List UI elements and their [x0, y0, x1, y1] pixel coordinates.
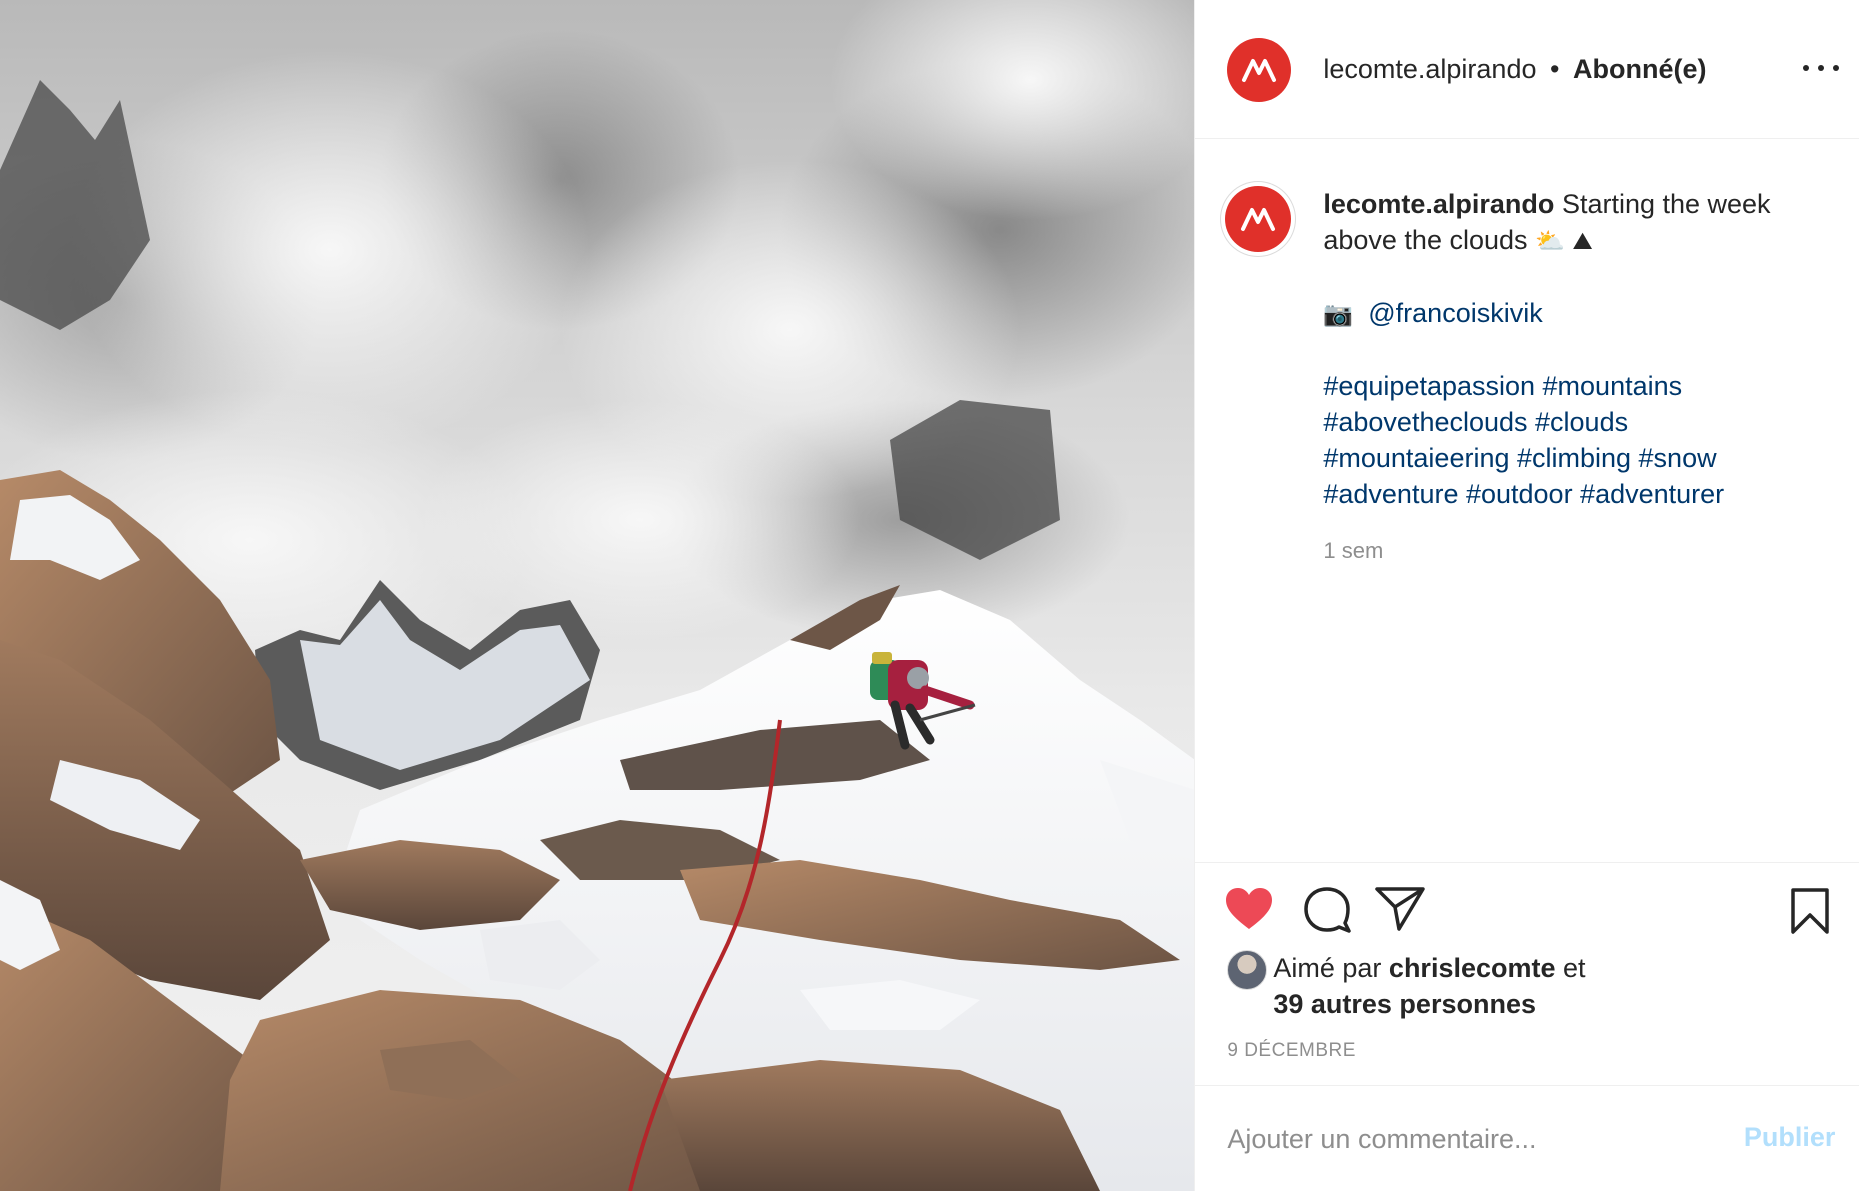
liker-username[interactable]: chrislecomte: [1389, 953, 1556, 983]
mountain-climber-photo: [0, 0, 1195, 1191]
camera-emoji: 📷: [1323, 300, 1354, 328]
post-photo[interactable]: [0, 0, 1195, 1191]
caption-time-ago[interactable]: 1 sem: [1323, 538, 1383, 564]
more-horizontal-icon[interactable]: [1803, 58, 1840, 78]
likes-others-link[interactable]: 39 autres personnes: [1273, 989, 1536, 1019]
mention-link[interactable]: @francoiskivik: [1368, 298, 1542, 328]
post-header: lecomte.alpirando • Abonné(e): [1195, 0, 1859, 139]
hashtag-line[interactable]: #adventure #outdoor #adventurer: [1323, 476, 1833, 512]
post-date[interactable]: 9 DÉCEMBRE: [1227, 1040, 1356, 1062]
publish-button[interactable]: Publier: [1744, 1122, 1836, 1153]
send-icon[interactable]: [1375, 887, 1426, 931]
mountain-emoji: ⛰: [1572, 227, 1593, 255]
header-username[interactable]: lecomte.alpirando: [1323, 54, 1536, 84]
brand-logo-icon: [1241, 208, 1276, 231]
hashtag-line[interactable]: #equipetapassion #mountains: [1323, 368, 1833, 404]
likes-suffix: et: [1563, 953, 1586, 983]
header-user-line: lecomte.alpirando • Abonné(e): [1323, 52, 1706, 86]
likes-prefix: Aimé par: [1273, 953, 1382, 983]
caption-username[interactable]: lecomte.alpirando: [1323, 189, 1554, 219]
caption-text-line1: Starting the week: [1561, 189, 1771, 219]
likes-text: Aimé par chrislecomte et 39 autres perso…: [1273, 950, 1585, 1022]
hashtag-line[interactable]: #abovetheclouds #clouds: [1323, 404, 1833, 440]
post-caption: lecomte.alpirando Starting the week abov…: [1323, 186, 1833, 512]
brand-logo-icon: [1242, 59, 1277, 82]
post-side-panel: lecomte.alpirando • Abonné(e) lecomte.al…: [1194, 0, 1859, 1191]
instagram-post: lecomte.alpirando • Abonné(e) lecomte.al…: [0, 0, 1859, 1191]
comment-input[interactable]: [1227, 1116, 1708, 1162]
bookmark-icon[interactable]: [1790, 887, 1830, 935]
heart-filled-icon[interactable]: [1225, 887, 1273, 931]
action-bar: [1195, 862, 1859, 959]
caption-avatar[interactable]: [1225, 186, 1292, 252]
sun-cloud-emoji: ⛅: [1535, 227, 1565, 255]
profile-avatar[interactable]: [1227, 38, 1292, 102]
header-separator: •: [1550, 54, 1560, 84]
likes-summary: Aimé par chrislecomte et 39 autres perso…: [1227, 950, 1827, 1030]
hashtag-line[interactable]: #mountaieering #climbing #snow: [1323, 440, 1833, 476]
caption-text-line2: above the clouds: [1323, 225, 1528, 255]
liker-avatar[interactable]: [1227, 950, 1268, 990]
comment-icon[interactable]: [1303, 887, 1352, 933]
comment-bar: Publier: [1195, 1085, 1859, 1192]
follow-status[interactable]: Abonné(e): [1573, 54, 1706, 84]
